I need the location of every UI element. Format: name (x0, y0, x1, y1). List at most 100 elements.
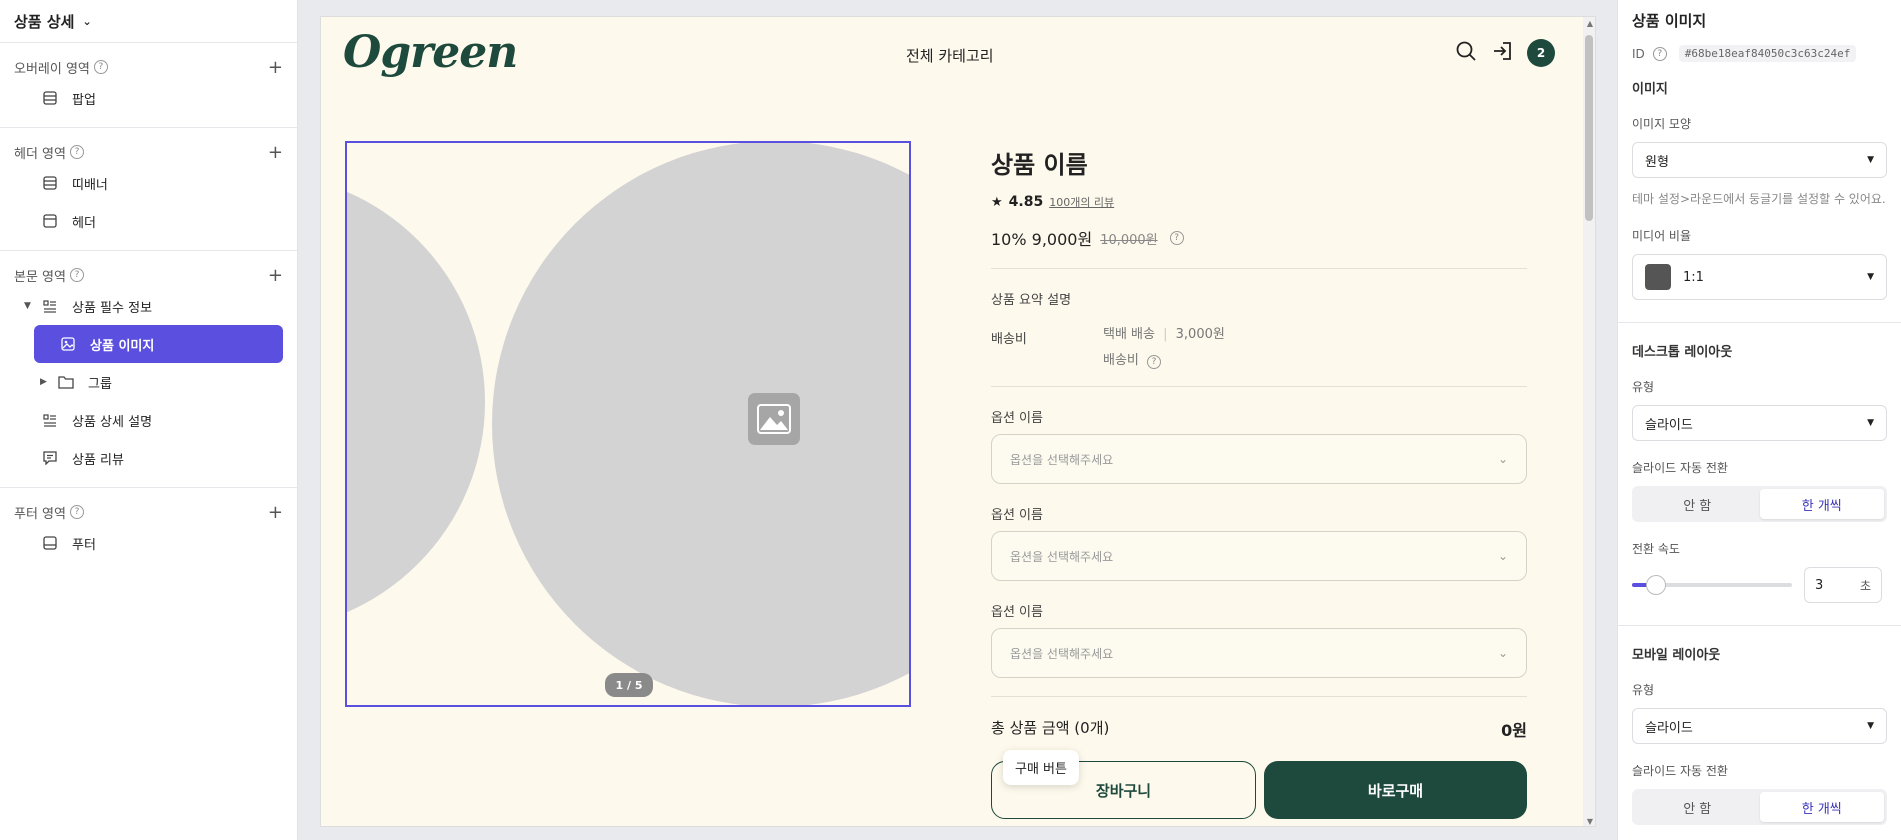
desktop-type-label: 유형 (1632, 380, 1655, 394)
mobile-type-label: 유형 (1632, 683, 1655, 697)
brand-logo[interactable]: Ogreen (343, 27, 518, 78)
preview-canvas: Ogreen 전체 카테고리 2 1 / 5 상품 이름 ★ 4.85 100개… (320, 16, 1596, 827)
speed-slider-knob[interactable] (1646, 575, 1666, 595)
chevron-down-icon: ⌄ (1497, 646, 1508, 660)
speed-slider[interactable] (1632, 575, 1792, 595)
section-label: 본문 영역 (14, 269, 66, 285)
caret-down-icon: ▼ (1867, 155, 1874, 165)
divider (1618, 625, 1901, 626)
footer-icon (42, 535, 58, 551)
id-value[interactable]: #68be18eaf84050c3c63c24ef (1678, 45, 1857, 62)
chevron-down-icon: ⌄ (1497, 549, 1508, 563)
buy-now-button[interactable]: 바로구매 (1264, 761, 1527, 819)
image-placeholder-main (492, 143, 909, 705)
product-summary: 상품 요약 설명 (991, 293, 1072, 308)
left-sidebar: 상품 상세 ⌄ 오버레이 영역 ? + 팝업 헤더 영역 ? + 띠배너 헤더 (0, 0, 298, 840)
sidebar-item-header[interactable]: 헤더 (14, 202, 283, 240)
sidebar-item-product-image[interactable]: 상품 이미지 (34, 325, 283, 363)
divider (991, 268, 1527, 269)
section-overlay: 오버레이 영역 ? + 팝업 (0, 43, 297, 128)
list-icon (42, 298, 58, 314)
image-shape-select[interactable]: 원형 ▼ (1632, 142, 1887, 178)
add-icon[interactable]: + (268, 502, 283, 523)
scrollbar[interactable]: ▲ ▼ (1583, 17, 1595, 826)
section-label: 헤더 영역 (14, 146, 66, 162)
page-title: 상품 상세 (14, 12, 75, 31)
mobile-type-value: 슬라이드 (1645, 720, 1693, 736)
speed-value: 3 (1815, 577, 1824, 593)
help-icon[interactable]: ? (69, 268, 84, 282)
reviews-link[interactable]: 100개의 리뷰 (1049, 194, 1114, 210)
seg-off[interactable]: 안 함 (1635, 792, 1760, 822)
section-body: 본문 영역 ? + ▼ 상품 필수 정보 상품 이미지 ▶ 그룹 상품 상세 설… (0, 251, 297, 488)
sidebar-item-product-info[interactable]: ▼ 상품 필수 정보 (14, 287, 283, 325)
option-select[interactable]: 옵션을 선택해주세요 ⌄ (991, 434, 1527, 484)
option-placeholder: 옵션을 선택해주세요 (1010, 452, 1114, 467)
sidebar-item-product-description[interactable]: 상품 상세 설명 (14, 401, 283, 439)
section-header: 헤더 영역 ? + 띠배너 헤더 (0, 128, 297, 251)
sidebar-item-product-review[interactable]: 상품 리뷰 (14, 439, 283, 477)
cart-badge[interactable]: 2 (1527, 39, 1555, 67)
help-icon[interactable]: ? (1169, 231, 1184, 245)
sidebar-item-label: 띠배너 (72, 177, 108, 193)
page-selector[interactable]: 상품 상세 ⌄ (0, 0, 297, 43)
chevron-down-icon: ⌄ (1497, 452, 1508, 466)
help-icon[interactable]: ? (1652, 46, 1667, 61)
help-icon[interactable]: ? (69, 505, 84, 519)
discount-price: 10% 9,000원 (991, 230, 1093, 249)
speed-input[interactable]: 3 초 (1804, 567, 1882, 603)
seg-one-by-one[interactable]: 한 개씩 (1759, 489, 1884, 519)
caret-down-icon[interactable]: ▼ (24, 301, 38, 311)
panel-title: 상품 이미지 (1632, 12, 1707, 30)
nav-all-categories[interactable]: 전체 카테고리 (906, 45, 994, 66)
image-placeholder-icon (748, 393, 800, 445)
option-select[interactable]: 옵션을 선택해주세요 ⌄ (991, 628, 1527, 678)
shipping-separator: | (1163, 327, 1168, 342)
seg-one-by-one[interactable]: 한 개씩 (1759, 792, 1884, 822)
caret-right-icon[interactable]: ▶ (40, 377, 54, 387)
media-ratio-value: 1:1 (1683, 269, 1704, 285)
desktop-auto-label: 슬라이드 자동 전환 (1632, 461, 1728, 475)
option-label: 옵션 이름 (991, 605, 1043, 620)
media-ratio-select[interactable]: 1:1 ▼ (1632, 254, 1887, 300)
sidebar-item-label: 상품 이미지 (90, 338, 155, 354)
review-icon (42, 450, 58, 466)
help-icon[interactable]: ? (69, 145, 84, 159)
sidebar-item-label: 상품 필수 정보 (72, 300, 153, 316)
scrollbar-thumb[interactable] (1585, 35, 1593, 221)
sidebar-item-footer[interactable]: 푸터 (14, 524, 283, 562)
option-select[interactable]: 옵션을 선택해주세요 ⌄ (991, 531, 1527, 581)
speed-unit: 초 (1859, 578, 1871, 593)
sidebar-item-banner[interactable]: 띠배너 (14, 164, 283, 202)
help-icon[interactable]: ? (1147, 355, 1162, 369)
section-label: 오버레이 영역 (14, 61, 90, 77)
sidebar-item-group[interactable]: ▶ 그룹 (14, 363, 283, 401)
seg-off[interactable]: 안 함 (1635, 489, 1760, 519)
sidebar-item-label: 그룹 (88, 376, 112, 392)
star-icon: ★ (991, 194, 1003, 210)
speed-label: 전환 속도 (1632, 542, 1680, 556)
login-icon[interactable] (1491, 40, 1513, 66)
mobile-type-select[interactable]: 슬라이드 ▼ (1632, 708, 1887, 744)
add-icon[interactable]: + (268, 142, 283, 163)
image-section-title: 이미지 (1632, 82, 1668, 97)
desktop-type-select[interactable]: 슬라이드 ▼ (1632, 405, 1887, 441)
total-value: 0원 (1501, 721, 1527, 740)
product-image-gallery[interactable]: 1 / 5 (345, 141, 911, 707)
add-icon[interactable]: + (268, 265, 283, 286)
header-icon (42, 213, 58, 229)
sidebar-item-popup[interactable]: 팝업 (14, 79, 283, 117)
shipping-method: 택배 배송 (1103, 327, 1155, 342)
shipping-cost: 3,000원 (1175, 327, 1225, 342)
original-price: 10,000원 (1100, 232, 1158, 248)
add-icon[interactable]: + (268, 57, 283, 78)
help-icon[interactable]: ? (93, 60, 108, 74)
section-label: 푸터 영역 (14, 506, 66, 522)
image-placeholder-prev (347, 173, 485, 631)
search-icon[interactable] (1455, 40, 1477, 66)
mobile-auto-label: 슬라이드 자동 전환 (1632, 764, 1728, 778)
mobile-layout-title: 모바일 레이아웃 (1632, 648, 1721, 663)
mobile-auto-toggle: 안 함 한 개씩 (1632, 789, 1887, 825)
scroll-up-icon[interactable]: ▲ (1587, 19, 1593, 28)
scroll-down-icon[interactable]: ▼ (1587, 817, 1593, 826)
